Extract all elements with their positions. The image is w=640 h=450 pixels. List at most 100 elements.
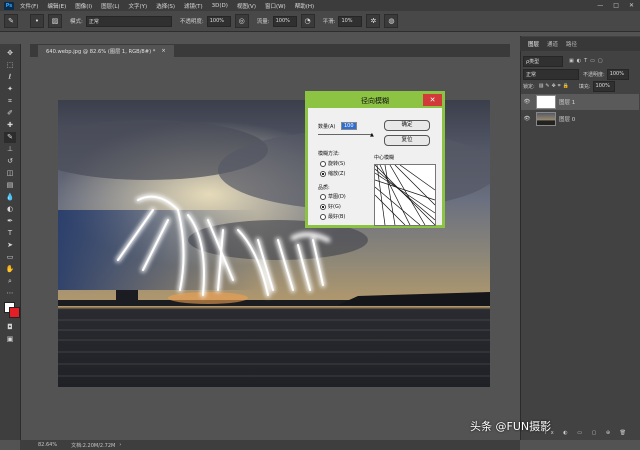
type-tool-icon[interactable]: T bbox=[4, 228, 16, 239]
blur-center-preview[interactable] bbox=[374, 164, 436, 226]
eye-icon[interactable]: 👁 bbox=[521, 99, 533, 105]
radial-lines-preview bbox=[375, 165, 435, 225]
clone-stamp-tool-icon[interactable]: ⊥ bbox=[4, 144, 16, 155]
crop-tool-icon[interactable]: ⌗ bbox=[4, 96, 16, 107]
eyedropper-tool-icon[interactable]: ✐ bbox=[4, 108, 16, 119]
opacity-label: 不透明度: bbox=[179, 19, 204, 25]
pressure-opacity-icon[interactable]: ◎ bbox=[234, 14, 249, 28]
minimize-button[interactable]: — bbox=[597, 2, 603, 9]
blend-mode-select[interactable]: 正常 bbox=[523, 68, 579, 80]
airbrush-icon[interactable]: ◔ bbox=[300, 14, 315, 28]
pressure-size-icon[interactable]: ◍ bbox=[384, 14, 399, 28]
pen-tool-icon[interactable]: ✒ bbox=[4, 216, 16, 227]
history-brush-tool-icon[interactable]: ↺ bbox=[4, 156, 16, 167]
status-bar: 82.64% 文档:2.20M/2.72M › bbox=[20, 440, 520, 450]
radio-icon bbox=[320, 193, 326, 200]
more-tools-icon[interactable]: ⋯ bbox=[4, 288, 16, 299]
move-tool-icon[interactable]: ✥ bbox=[4, 48, 16, 59]
zoom-tool-icon[interactable]: ⌕ bbox=[4, 276, 16, 287]
radio-good[interactable]: 好(G) bbox=[320, 203, 341, 210]
menu-edit[interactable]: 编辑(E) bbox=[47, 2, 66, 10]
layer-name: 图层 1 bbox=[559, 100, 576, 106]
menu-image[interactable]: 图像(I) bbox=[75, 2, 92, 10]
lasso-tool-icon[interactable]: ℓ bbox=[4, 72, 16, 83]
tab-paths[interactable]: 路径 bbox=[566, 40, 577, 48]
options-bar: ✎ • ▨ 模式: 正常 不透明度: 100% ◎ 流量: 100% ◔ 平滑:… bbox=[0, 11, 640, 32]
menu-filter[interactable]: 滤镜(T) bbox=[184, 2, 203, 10]
menu-file[interactable]: 文件(F) bbox=[20, 2, 38, 10]
layer-row-0[interactable]: 👁 图层 0 bbox=[521, 111, 639, 127]
fill-field[interactable]: 100% bbox=[592, 80, 615, 92]
blur-tool-icon[interactable]: 💧 bbox=[4, 192, 16, 203]
menu-type[interactable]: 文字(Y) bbox=[129, 2, 148, 10]
document-tab[interactable]: 640.webp.jpg @ 82.6% (图层 1, RGB/8#) * × bbox=[38, 45, 174, 57]
healing-brush-tool-icon[interactable]: ✚ bbox=[4, 120, 16, 131]
brush-size-icon[interactable]: • bbox=[30, 14, 44, 28]
maximize-button[interactable]: □ bbox=[613, 2, 619, 9]
radio-icon bbox=[320, 213, 326, 220]
menu-select[interactable]: 选择(S) bbox=[156, 2, 175, 10]
dialog-close-button[interactable]: ✕ bbox=[423, 94, 442, 106]
menu-window[interactable]: 窗口(W) bbox=[265, 2, 286, 10]
mode-select[interactable]: 正常 bbox=[85, 15, 172, 27]
radio-draft[interactable]: 草图(D) bbox=[320, 193, 346, 200]
document-tab-title: 640.webp.jpg @ 82.6% (图层 1, RGB/8#) * bbox=[46, 48, 156, 55]
document-info[interactable]: 文档:2.20M/2.72M bbox=[71, 442, 115, 449]
menu-help[interactable]: 帮助(H) bbox=[295, 2, 314, 10]
tab-layers[interactable]: 图层 bbox=[528, 40, 539, 48]
layer-opacity-field[interactable]: 100% bbox=[606, 68, 629, 80]
tab-channels[interactable]: 通道 bbox=[547, 40, 558, 48]
menu-layer[interactable]: 图层(L) bbox=[101, 2, 119, 10]
amount-slider-track[interactable] bbox=[318, 134, 372, 135]
radio-best[interactable]: 最好(B) bbox=[320, 213, 345, 220]
path-select-tool-icon[interactable]: ➤ bbox=[4, 240, 16, 251]
radio-selected-icon bbox=[320, 170, 326, 177]
tools-panel: ✥ ⬚ ℓ ✦ ⌗ ✐ ✚ ✎ ⊥ ↺ ◫ ▤ 💧 ◐ ✒ T ➤ ▭ ✋ ⌕ … bbox=[0, 44, 21, 440]
menu-view[interactable]: 视图(V) bbox=[237, 2, 256, 10]
hand-tool-icon[interactable]: ✋ bbox=[4, 264, 16, 275]
smoothing-settings-icon[interactable]: ✲ bbox=[366, 14, 381, 28]
status-arrow-icon[interactable]: › bbox=[119, 442, 121, 448]
eraser-tool-icon[interactable]: ◫ bbox=[4, 168, 16, 179]
reset-button[interactable]: 复位 bbox=[384, 135, 430, 146]
panel-tabs: 图层 通道 路径 bbox=[520, 37, 640, 51]
background-color-swatch[interactable] bbox=[9, 307, 20, 318]
layer-row-1[interactable]: 👁 图层 1 bbox=[521, 94, 639, 110]
amount-slider-handle[interactable]: ▲ bbox=[370, 132, 374, 138]
marquee-tool-icon[interactable]: ⬚ bbox=[4, 60, 16, 71]
gradient-tool-icon[interactable]: ▤ bbox=[4, 180, 16, 191]
radio-spin[interactable]: 旋转(S) bbox=[320, 160, 345, 167]
brush-tool-preset-icon[interactable]: ✎ bbox=[4, 14, 18, 28]
brush-tool-icon[interactable]: ✎ bbox=[4, 132, 16, 143]
screen-mode-icon[interactable]: ▣ bbox=[4, 334, 16, 345]
eye-icon[interactable]: 👁 bbox=[521, 116, 533, 122]
menu-3d[interactable]: 3D(D) bbox=[212, 3, 228, 9]
radio-icon bbox=[320, 160, 326, 167]
smoothing-field[interactable]: 10% bbox=[338, 15, 363, 27]
filter-icons[interactable]: ▣◐T▭▢ bbox=[569, 58, 606, 64]
quick-select-tool-icon[interactable]: ✦ bbox=[4, 84, 16, 95]
ok-button[interactable]: 确定 bbox=[384, 120, 430, 131]
layer-filter-select[interactable]: ρ类型 bbox=[523, 55, 563, 67]
zoom-level[interactable]: 82.64% bbox=[38, 442, 57, 448]
radio-selected-icon bbox=[320, 203, 326, 210]
dialog-titlebar[interactable]: 径向模糊 ✕ bbox=[308, 94, 442, 108]
lock-icons[interactable]: ▨✎✥⌗🔒 bbox=[539, 83, 571, 89]
flow-label: 流量: bbox=[256, 19, 270, 25]
layer-thumbnail bbox=[536, 95, 556, 109]
flow-field[interactable]: 100% bbox=[272, 15, 297, 27]
dodge-tool-icon[interactable]: ◐ bbox=[4, 204, 16, 215]
quick-mask-icon[interactable]: ◘ bbox=[4, 322, 16, 333]
opacity-field[interactable]: 100% bbox=[206, 15, 231, 27]
amount-input[interactable]: 100 bbox=[341, 122, 357, 130]
radio-zoom[interactable]: 缩放(Z) bbox=[320, 170, 345, 177]
brush-settings-icon[interactable]: ▨ bbox=[48, 14, 62, 28]
radial-blur-dialog: 径向模糊 ✕ 数量(A) 100 ▲ 确定 复位 模糊方法: 旋转(S) 缩放(… bbox=[305, 91, 445, 228]
mode-label: 模式: bbox=[70, 19, 83, 25]
window-controls: — □ ✕ bbox=[597, 2, 634, 9]
rectangle-tool-icon[interactable]: ▭ bbox=[4, 252, 16, 263]
blur-center-label: 中心模糊 bbox=[374, 155, 395, 161]
close-window-button[interactable]: ✕ bbox=[629, 2, 634, 9]
layer-actions[interactable]: fx ◐ ▭ ▢ ⊕ 🗑 bbox=[545, 428, 630, 438]
document-tab-close-icon[interactable]: × bbox=[161, 48, 165, 54]
